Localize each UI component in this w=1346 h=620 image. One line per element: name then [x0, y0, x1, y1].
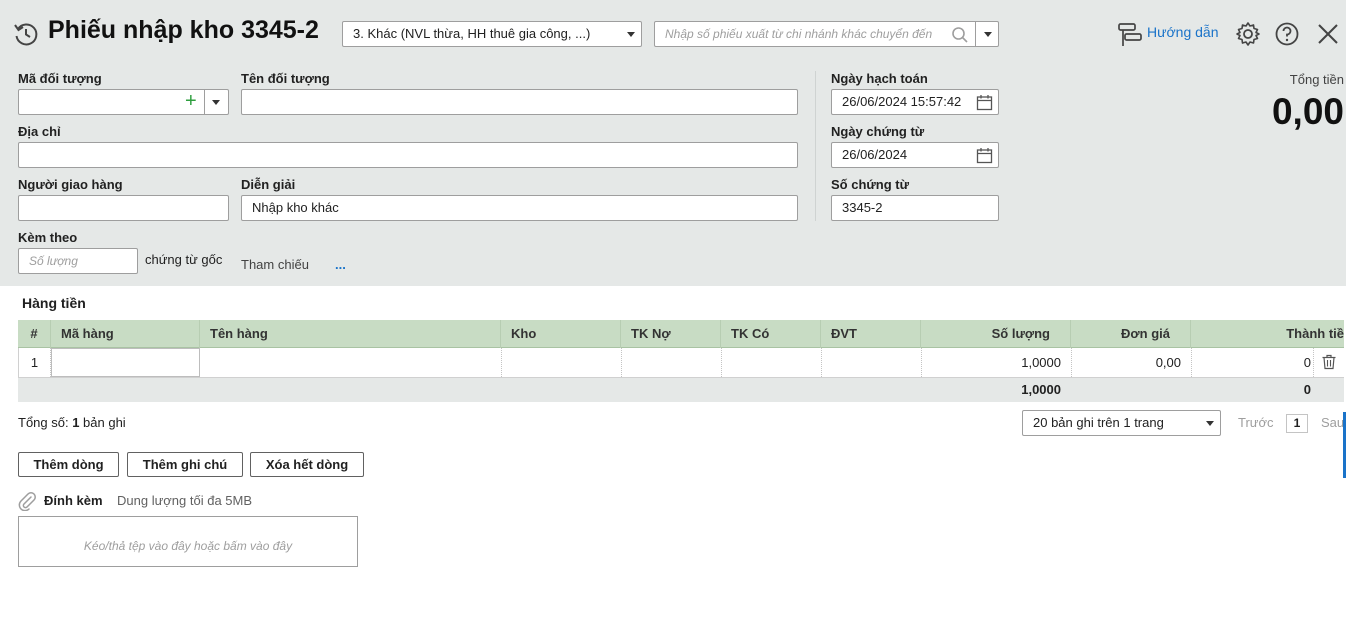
divider	[204, 90, 205, 114]
record-count-prefix: Tổng số:	[18, 415, 73, 430]
debit-account-cell[interactable]	[622, 348, 722, 377]
col-credit-account[interactable]: TK Có	[721, 320, 821, 348]
table-row[interactable]: 1 1,0000 0,00 0	[18, 348, 1344, 378]
posting-date-input[interactable]: 26/06/2024 15:57:42	[831, 89, 999, 115]
record-count: Tổng số: 1 bản ghi	[18, 415, 126, 430]
quantity-total: 1,0000	[1021, 382, 1061, 397]
posting-date-value: 26/06/2024 15:57:42	[842, 94, 962, 109]
calendar-icon[interactable]	[976, 94, 993, 111]
row-number: 1	[19, 348, 51, 377]
record-count-suffix: bản ghi	[79, 415, 126, 430]
voucher-type-select[interactable]: 3. Khác (NVL thừa, HH thuê gia công, ...…	[342, 21, 642, 47]
paperclip-icon	[18, 492, 36, 511]
guide-link[interactable]: Hướng dẫn	[1147, 24, 1218, 40]
description-label: Diễn giải	[241, 177, 296, 192]
posting-date-label: Ngày hạch toán	[831, 71, 928, 86]
col-warehouse[interactable]: Kho	[501, 320, 621, 348]
next-page-button[interactable]: Sau	[1321, 415, 1344, 430]
voucher-number-input[interactable]: 3345-2	[831, 195, 999, 221]
search-icon[interactable]	[951, 26, 969, 44]
deliverer-input[interactable]	[18, 195, 229, 221]
object-name-label: Tên đối tượng	[241, 71, 330, 86]
transfer-voucher-search-input[interactable]: Nhập số phiếu xuất từ chi nhánh khác chu…	[665, 22, 932, 46]
deliverer-label: Người giao hàng	[18, 177, 123, 192]
delete-all-rows-button[interactable]: Xóa hết dòng	[250, 452, 364, 477]
address-label: Địa chỉ	[18, 124, 61, 139]
prev-page-button[interactable]: Trước	[1238, 415, 1274, 430]
amount-cell[interactable]: 0	[1192, 348, 1314, 377]
transfer-voucher-search[interactable]: Nhập số phiếu xuất từ chi nhánh khác chu…	[654, 21, 999, 47]
object-code-label: Mã đối tượng	[18, 71, 102, 86]
object-name-input[interactable]	[241, 89, 798, 115]
voucher-date-value: 26/06/2024	[842, 147, 908, 162]
unit-price-cell[interactable]: 0,00	[1072, 348, 1192, 377]
unit-cell[interactable]	[822, 348, 922, 377]
divider	[975, 22, 976, 46]
page-size-value: 20 bản ghi trên 1 trang	[1033, 415, 1164, 430]
attachment-label: Đính kèm	[44, 493, 103, 508]
col-item-name[interactable]: Tên hàng	[200, 320, 501, 348]
attached-quantity-input[interactable]: Số lượng	[18, 248, 138, 274]
attached-label: Kèm theo	[18, 230, 78, 245]
credit-account-cell[interactable]	[722, 348, 822, 377]
warehouse-cell[interactable]	[502, 348, 622, 377]
guide-icon[interactable]	[1117, 21, 1143, 47]
chevron-down-icon	[1206, 421, 1214, 426]
voucher-date-input[interactable]: 26/06/2024	[831, 142, 999, 168]
divider	[815, 71, 816, 221]
section-title: Hàng tiền	[22, 295, 86, 311]
add-icon[interactable]: +	[185, 90, 197, 112]
total-amount-label: Tổng tiền	[1289, 72, 1344, 87]
help-icon[interactable]	[1274, 21, 1300, 47]
current-page[interactable]: 1	[1286, 414, 1308, 433]
close-icon[interactable]	[1315, 21, 1341, 47]
voucher-date-label: Ngày chứng từ	[831, 124, 925, 139]
voucher-type-value: 3. Khác (NVL thừa, HH thuê gia công, ...…	[353, 26, 591, 41]
item-code-cell[interactable]	[51, 348, 200, 377]
col-quantity[interactable]: Số lượng	[921, 320, 1071, 348]
description-input[interactable]: Nhập kho khác	[241, 195, 798, 221]
col-unit[interactable]: ĐVT	[821, 320, 921, 348]
chevron-down-icon[interactable]	[984, 32, 992, 37]
reference-more-button[interactable]: ...	[335, 257, 346, 272]
attachment-limit: Dung lượng tối đa 5MB	[117, 493, 253, 508]
col-amount[interactable]: Thành tiề	[1191, 320, 1344, 348]
calendar-icon[interactable]	[976, 147, 993, 164]
col-unit-price[interactable]: Đơn giá	[1071, 320, 1191, 348]
gear-icon[interactable]	[1235, 21, 1261, 47]
page-title: Phiếu nhập kho 3345-2	[48, 16, 319, 44]
history-icon[interactable]	[13, 21, 39, 47]
attachment-dropzone[interactable]: Kéo/thả tệp vào đây hoặc bấm vào đây	[18, 516, 358, 567]
reference-label: Tham chiếu	[241, 257, 309, 272]
total-amount-value: 0,00	[1271, 91, 1344, 132]
page-size-select[interactable]: 20 bản ghi trên 1 trang	[1022, 410, 1221, 436]
object-code-combo[interactable]: +	[18, 89, 229, 115]
amount-total: 0	[1303, 382, 1311, 397]
address-input[interactable]	[18, 142, 798, 168]
header-panel: Phiếu nhập kho 3345-2 3. Khác (NVL thừa,…	[0, 0, 1346, 286]
col-no: #	[18, 320, 51, 348]
quantity-cell[interactable]: 1,0000	[922, 348, 1072, 377]
col-item-code[interactable]: Mã hàng	[51, 320, 200, 348]
original-voucher-label: chứng từ gốc	[145, 252, 223, 267]
chevron-down-icon	[627, 32, 635, 37]
chevron-down-icon[interactable]	[212, 100, 220, 105]
col-debit-account[interactable]: TK Nợ	[621, 320, 721, 348]
grid-summary-row: 1,0000 0	[18, 378, 1344, 402]
add-row-button[interactable]: Thêm dòng	[18, 452, 119, 477]
add-note-button[interactable]: Thêm ghi chú	[127, 452, 243, 477]
trash-icon[interactable]	[1321, 354, 1337, 370]
grid-header: # Mã hàng Tên hàng Kho TK Nợ TK Có ĐVT S…	[18, 320, 1344, 348]
item-name-cell[interactable]	[201, 348, 502, 377]
voucher-number-label: Số chứng từ	[831, 177, 910, 192]
